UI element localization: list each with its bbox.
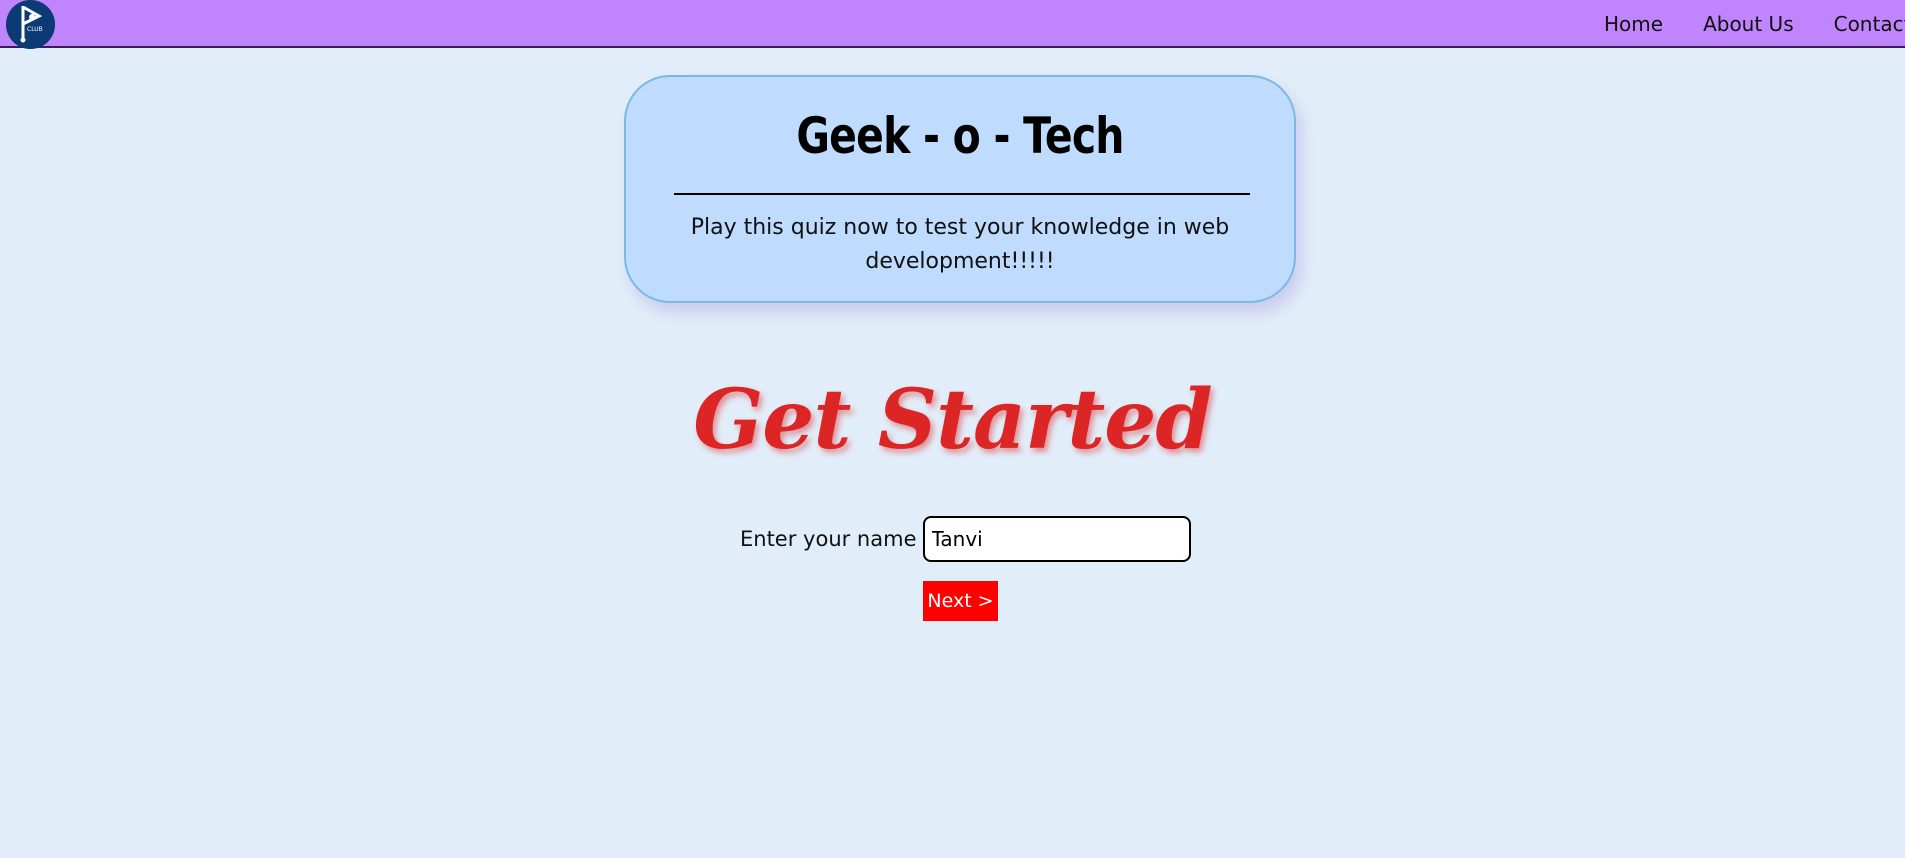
nav-home-link[interactable]: Home	[1604, 12, 1663, 36]
nav-contact-link[interactable]: Contact	[1834, 12, 1905, 36]
nav-about-link[interactable]: About Us	[1703, 12, 1794, 36]
next-button[interactable]: Next >	[923, 581, 998, 621]
site-title: Geek - o - Tech	[796, 107, 1124, 165]
name-label: Enter your name	[740, 527, 917, 551]
get-started-heading: Get Started	[693, 372, 1212, 468]
name-input[interactable]	[922, 516, 1191, 562]
nav-links: Home About Us Contact	[1604, 0, 1905, 48]
title-divider	[674, 193, 1250, 195]
navbar: CLUB Home About Us Contact	[0, 0, 1905, 49]
name-form-row: Enter your name	[740, 516, 1191, 562]
hero-card: Geek - o - Tech Play this quiz now to te…	[624, 75, 1296, 303]
club-logo-icon[interactable]: CLUB	[6, 0, 55, 49]
hero-subtitle: Play this quiz now to test your knowledg…	[690, 215, 1230, 274]
logo-text: CLUB	[27, 26, 43, 33]
